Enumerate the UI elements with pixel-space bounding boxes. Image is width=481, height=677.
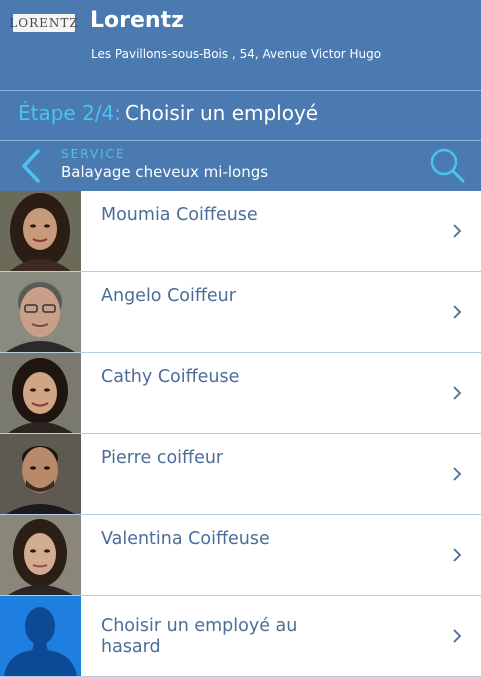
step-title: Choisir un employé	[125, 101, 319, 125]
employee-name: Angelo Coiffeur	[101, 286, 236, 306]
random-employee-row[interactable]: Choisir un employé au hasard	[0, 596, 481, 677]
app-header: LORENTZ Lorentz Les Pavillons-sous-Bois …	[0, 0, 481, 90]
avatar	[0, 515, 81, 595]
chevron-right-icon	[453, 305, 462, 319]
chevron-right-icon	[453, 467, 462, 481]
service-label: SERVICE	[61, 147, 126, 161]
search-button[interactable]	[427, 145, 467, 185]
avatar	[0, 434, 81, 514]
employee-row[interactable]: Cathy Coiffeuse	[0, 353, 481, 434]
salon-name: Lorentz	[90, 8, 184, 33]
chevron-left-icon	[22, 149, 40, 183]
employee-name: Pierre coiffeur	[101, 448, 224, 468]
avatar	[0, 191, 81, 271]
chevron-right-icon	[453, 548, 462, 562]
service-name: Balayage cheveux mi-longs	[61, 163, 269, 181]
chevron-right-icon	[453, 224, 462, 238]
chevron-right-icon	[453, 629, 462, 643]
brand-logo: LORENTZ	[9, 14, 79, 32]
salon-address: Les Pavillons-sous-Bois , 54, Avenue Vic…	[91, 47, 382, 61]
employee-name: Choisir un employé au hasard	[101, 616, 298, 657]
employee-name: Moumia Coiffeuse	[101, 205, 258, 225]
avatar-placeholder	[0, 596, 81, 676]
employee-list: Moumia Coiffeuse Angelo Coiffeur Cathy C…	[0, 191, 481, 677]
back-button[interactable]	[14, 145, 50, 185]
avatar	[0, 272, 81, 352]
chevron-right-icon	[453, 386, 462, 400]
service-bar: SERVICE Balayage cheveux mi-longs	[0, 141, 481, 191]
employee-row[interactable]: Pierre coiffeur	[0, 434, 481, 515]
employee-name: Cathy Coiffeuse	[101, 367, 240, 387]
employee-row[interactable]: Valentina Coiffeuse	[0, 515, 481, 596]
person-silhouette-icon	[0, 596, 81, 676]
avatar	[0, 353, 81, 433]
step-counter: Étape 2/4:	[18, 101, 122, 125]
employee-name: Valentina Coiffeuse	[101, 529, 270, 549]
employee-row[interactable]: Moumia Coiffeuse	[0, 191, 481, 272]
employee-row[interactable]: Angelo Coiffeur	[0, 272, 481, 353]
search-icon	[430, 148, 465, 183]
step-bar: Étape 2/4: Choisir un employé	[0, 91, 481, 140]
